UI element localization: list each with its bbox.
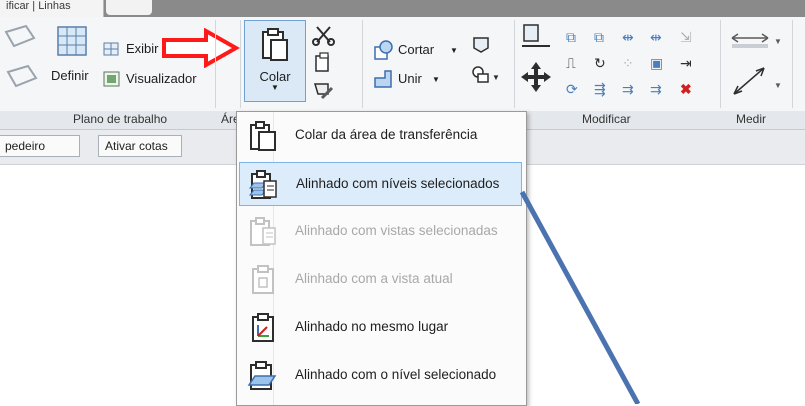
cut-geometry-icon[interactable] (372, 40, 394, 62)
svg-text:⇶: ⇶ (594, 81, 606, 97)
paste-dropdown-menu: Colar da área de transferência Alinhado … (236, 111, 527, 406)
svg-text:⇹: ⇹ (622, 29, 634, 45)
cortar-label[interactable]: Cortar (398, 42, 434, 57)
svg-text:⧉: ⧉ (594, 29, 604, 45)
menu-item-aligned-current-view[interactable]: Alinhado com a vista atual (239, 258, 522, 302)
menu-item-label: Alinhado com níveis selecionados (296, 176, 500, 191)
ribbon-separator (720, 20, 721, 108)
svg-text:↻: ↻ (594, 55, 606, 71)
chevron-down-icon[interactable]: ▼ (432, 75, 440, 84)
svg-text:▼: ▼ (492, 73, 500, 82)
show-workplane-icon (103, 42, 119, 56)
svg-text:⇥: ⇥ (680, 55, 692, 71)
aligned-same-place-icon (252, 313, 274, 342)
workplane-partial-icons (4, 24, 38, 88)
ribbon-separator (362, 20, 363, 108)
menu-item-aligned-same-place[interactable]: Alinhado no mesmo lugar (239, 306, 522, 350)
svg-text:⇉: ⇉ (650, 81, 662, 97)
cut-icon[interactable] (312, 24, 336, 46)
svg-text:⁘: ⁘ (622, 55, 634, 71)
chevron-down-icon[interactable]: ▼ (450, 46, 458, 55)
chevron-down-icon: ▼ (271, 83, 279, 92)
svg-text:⇉: ⇉ (622, 81, 634, 97)
definir-button-label[interactable]: Definir (51, 68, 89, 83)
aligned-current-view-icon (252, 265, 274, 294)
clipboard-icon (250, 121, 276, 151)
tab-next[interactable] (106, 0, 152, 15)
ribbon-separator (792, 20, 793, 108)
menu-item-aligned-selected-level[interactable]: Alinhado com o nível selecionado (239, 354, 522, 398)
match-properties-icon[interactable] (312, 80, 336, 102)
ativar-cotas-button[interactable]: Ativar cotas (98, 135, 182, 157)
menu-item-label: Alinhado com vistas selecionadas (295, 223, 498, 238)
options-button-left[interactable]: pedeiro (0, 135, 80, 157)
menu-item-label: Alinhado no mesmo lugar (295, 319, 449, 334)
exibir-button-label[interactable]: Exibir (126, 41, 159, 56)
red-arrow-annotation (162, 28, 240, 68)
measure-icons[interactable]: ▼ ▼ (728, 28, 788, 102)
svg-text:⟳: ⟳ (566, 81, 578, 97)
clipboard-icon (262, 28, 288, 61)
tab-modificar-linhas[interactable]: ificar | Linhas (0, 0, 104, 17)
svg-text:⇲: ⇲ (680, 29, 692, 45)
aligned-level-icon (247, 361, 277, 390)
join-geometry-icon[interactable] (372, 68, 394, 90)
align-move-icons[interactable] (520, 22, 554, 102)
panel-label-modificar: Modificar (582, 112, 631, 126)
svg-text:⇹: ⇹ (650, 29, 662, 45)
menu-item-label: Alinhado com o nível selecionado (295, 367, 497, 382)
svg-text:⎍: ⎍ (566, 55, 576, 71)
wall-join-icon[interactable] (470, 34, 492, 56)
svg-text:▼: ▼ (774, 81, 782, 90)
ribbon-separator (240, 20, 241, 108)
svg-text:✖: ✖ (680, 81, 692, 97)
visualizador-button-label[interactable]: Visualizador (126, 71, 197, 86)
copy-icon[interactable] (312, 52, 336, 74)
svg-text:▼: ▼ (774, 37, 782, 46)
modify-tools-grid[interactable]: ⧉ ⧉ ⇹ ⇹ ⇲ ⎍ ↻ ⁘ ▣ ⇥ ⟳ ⇶ ⇉ ⇉ ✖ (566, 28, 716, 106)
unir-label[interactable]: Unir (398, 71, 422, 86)
svg-text:▣: ▣ (650, 55, 663, 71)
menu-item-aligned-selected-levels[interactable]: Alinhado com níveis selecionados (239, 162, 522, 206)
workplane-grid-icon[interactable] (56, 25, 90, 59)
menu-item-paste-clipboard[interactable]: Colar da área de transferência (239, 114, 522, 158)
panel-label-medir: Medir (736, 112, 767, 126)
panel-label-plano: Plano de trabalho (73, 112, 168, 126)
ribbon-separator (215, 20, 216, 108)
menu-item-label: Alinhado com a vista atual (295, 271, 453, 286)
aligned-views-icon (250, 217, 276, 246)
menu-item-aligned-selected-views[interactable]: Alinhado com vistas selecionadas (239, 210, 522, 254)
viewer-icon (103, 71, 120, 87)
paste-label: Colar (259, 69, 291, 84)
blue-pointer-line (519, 190, 641, 404)
menu-item-label: Colar da área de transferência (295, 127, 478, 142)
ribbon-separator (514, 20, 515, 108)
paste-split-button[interactable]: Colar ▼ (244, 20, 306, 102)
svg-text:⧉: ⧉ (566, 29, 576, 45)
demolish-icon[interactable]: ▼ (470, 64, 500, 88)
aligned-levels-icon (248, 170, 277, 199)
